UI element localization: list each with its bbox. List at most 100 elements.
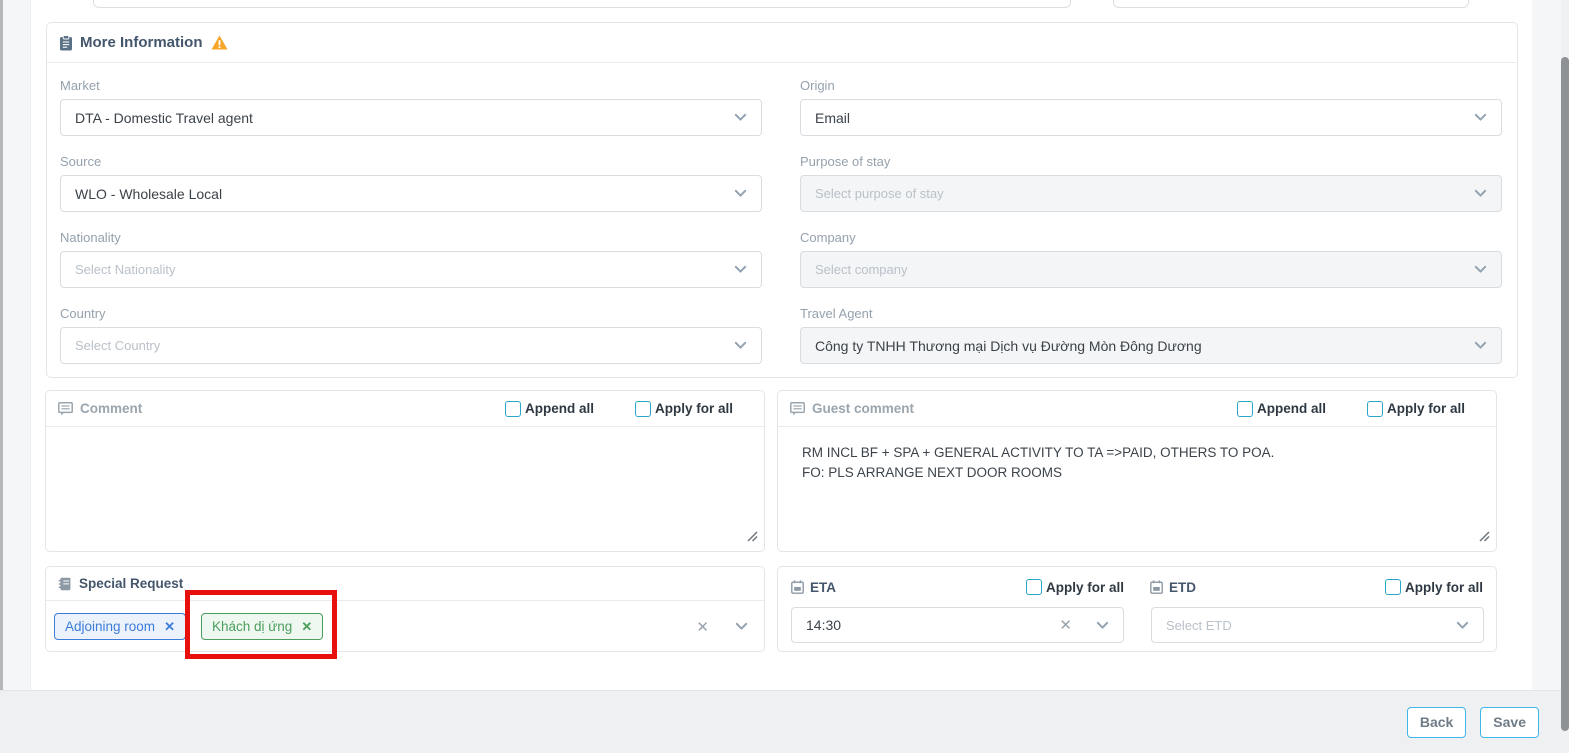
guest-comment-box: Guest comment Append all Apply for all R…	[777, 390, 1497, 552]
comment-header: Comment Append all Apply for all	[46, 391, 764, 427]
etd-label: ETD	[1169, 580, 1196, 595]
cutoff-panel-left	[93, 0, 1071, 8]
more-information-header: More Information	[47, 23, 1517, 63]
nationality-placeholder: Select Nationality	[75, 262, 726, 277]
comment-apply-for-all-label: Apply for all	[655, 401, 733, 416]
etd-apply-for-all-checkbox[interactable]: Apply for all	[1385, 579, 1483, 595]
guest-append-all-label: Append all	[1257, 401, 1326, 416]
comment-append-all-checkbox[interactable]: Append all	[505, 401, 594, 417]
eta-value: 14:30	[806, 617, 1059, 633]
resize-handle-icon[interactable]	[1479, 529, 1490, 547]
market-select-value: DTA - Domestic Travel agent	[75, 110, 726, 126]
field-label-company: Company	[800, 230, 1502, 245]
etd-apply-for-all-label: Apply for all	[1405, 580, 1483, 595]
chevron-down-icon[interactable]	[735, 622, 748, 631]
chevron-down-icon	[1474, 189, 1487, 198]
checkbox-icon[interactable]	[1237, 401, 1253, 417]
tag-label: Adjoining room	[65, 619, 155, 634]
travel-agent-select-value: Công ty TNHH Thương mại Dịch vụ Đường Mò…	[815, 338, 1466, 354]
special-request-header: Special Request	[46, 567, 764, 601]
book-icon	[58, 577, 72, 591]
left-edge-strip	[0, 0, 3, 753]
special-request-select[interactable]: Adjoining room ✕ Khách dị ứng ✕ ✕	[46, 601, 764, 652]
guest-append-all-checkbox[interactable]: Append all	[1237, 401, 1326, 417]
eta-apply-for-all-checkbox[interactable]: Apply for all	[1026, 579, 1124, 595]
checkbox-icon[interactable]	[1367, 401, 1383, 417]
chevron-down-icon	[1474, 341, 1487, 350]
purpose-of-stay-placeholder: Select purpose of stay	[815, 186, 1466, 201]
chevron-down-icon	[1474, 265, 1487, 274]
eta-apply-for-all-label: Apply for all	[1046, 580, 1124, 595]
company-placeholder: Select company	[815, 262, 1466, 277]
cutoff-panel-right	[1113, 0, 1469, 8]
guest-comment-header: Guest comment Append all Apply for all	[778, 391, 1496, 427]
field-purpose-of-stay: Purpose of stay Select purpose of stay	[800, 154, 1502, 212]
checkbox-icon[interactable]	[505, 401, 521, 417]
comment-apply-for-all-checkbox[interactable]: Apply for all	[635, 401, 733, 417]
tag-remove-icon[interactable]: ✕	[164, 619, 175, 635]
field-label-origin: Origin	[800, 78, 1502, 93]
nationality-select[interactable]: Select Nationality	[60, 251, 762, 288]
origin-select-value: Email	[815, 110, 1466, 126]
clipboard-icon	[59, 35, 73, 51]
comment-textarea[interactable]	[46, 427, 764, 552]
clear-icon[interactable]: ✕	[696, 618, 709, 636]
footer-bar: Back Save	[0, 690, 1561, 753]
card-title: More Information	[80, 34, 203, 51]
tag-remove-icon[interactable]: ✕	[301, 619, 312, 635]
calendar-icon	[791, 580, 804, 594]
company-select[interactable]: Select company	[800, 251, 1502, 288]
guest-apply-for-all-checkbox[interactable]: Apply for all	[1367, 401, 1465, 417]
etd-select[interactable]: Select ETD	[1151, 607, 1484, 643]
eta-select[interactable]: 14:30 ✕	[791, 607, 1124, 643]
special-request-box: Special Request Adjoining room ✕ Khách d…	[45, 566, 765, 652]
chevron-down-icon	[734, 113, 747, 122]
guest-comment-title: Guest comment	[812, 401, 914, 416]
market-select[interactable]: DTA - Domestic Travel agent	[60, 99, 762, 136]
chevron-down-icon[interactable]	[1096, 621, 1109, 630]
field-label-purpose-of-stay: Purpose of stay	[800, 154, 1502, 169]
country-select[interactable]: Select Country	[60, 327, 762, 364]
purpose-of-stay-select[interactable]: Select purpose of stay	[800, 175, 1502, 212]
field-label-source: Source	[60, 154, 762, 169]
eta-header: ETA Apply for all	[778, 579, 1137, 595]
special-request-title: Special Request	[79, 576, 183, 591]
eta-etd-box: ETA Apply for all ETD Apply for all	[777, 566, 1497, 652]
clear-icon[interactable]: ✕	[1059, 616, 1072, 634]
comment-icon	[790, 402, 805, 416]
field-source: Source WLO - Wholesale Local	[60, 154, 762, 212]
field-country: Country Select Country	[60, 306, 762, 364]
chevron-down-icon[interactable]	[1456, 621, 1469, 630]
chevron-down-icon	[734, 341, 747, 350]
field-market: Market DTA - Domestic Travel agent	[60, 78, 762, 136]
source-select-value: WLO - Wholesale Local	[75, 186, 726, 202]
scrollbar-thumb[interactable]	[1561, 57, 1569, 731]
tag-khach-di-ung[interactable]: Khách dị ứng ✕	[201, 613, 323, 640]
etd-placeholder: Select ETD	[1166, 618, 1448, 633]
field-company: Company Select company	[800, 230, 1502, 288]
field-origin: Origin Email	[800, 78, 1502, 136]
comment-box: Comment Append all Apply for all	[45, 390, 765, 552]
field-travel-agent: Travel Agent Công ty TNHH Thương mại Dịc…	[800, 306, 1502, 364]
save-button[interactable]: Save	[1480, 707, 1539, 738]
checkbox-icon[interactable]	[1385, 579, 1401, 595]
travel-agent-select[interactable]: Công ty TNHH Thương mại Dịch vụ Đường Mò…	[800, 327, 1502, 364]
guest-comment-line1: RM INCL BF + SPA + GENERAL ACTIVITY TO T…	[802, 443, 1472, 463]
field-label-nationality: Nationality	[60, 230, 762, 245]
scrollbar-track[interactable]	[1561, 0, 1569, 753]
comment-append-all-label: Append all	[525, 401, 594, 416]
field-nationality: Nationality Select Nationality	[60, 230, 762, 288]
checkbox-icon[interactable]	[1026, 579, 1042, 595]
tag-adjoining-room[interactable]: Adjoining room ✕	[54, 613, 186, 640]
resize-handle-icon[interactable]	[747, 529, 758, 547]
source-select[interactable]: WLO - Wholesale Local	[60, 175, 762, 212]
field-label-country: Country	[60, 306, 762, 321]
etd-header: ETD Apply for all	[1137, 579, 1496, 595]
checkbox-icon[interactable]	[635, 401, 651, 417]
chevron-down-icon	[734, 189, 747, 198]
origin-select[interactable]: Email	[800, 99, 1502, 136]
back-button[interactable]: Back	[1407, 707, 1466, 738]
guest-apply-for-all-label: Apply for all	[1387, 401, 1465, 416]
reservation-more-info-page: More Information Market DTA - Domestic T…	[0, 0, 1569, 753]
guest-comment-textarea[interactable]: RM INCL BF + SPA + GENERAL ACTIVITY TO T…	[778, 427, 1496, 552]
